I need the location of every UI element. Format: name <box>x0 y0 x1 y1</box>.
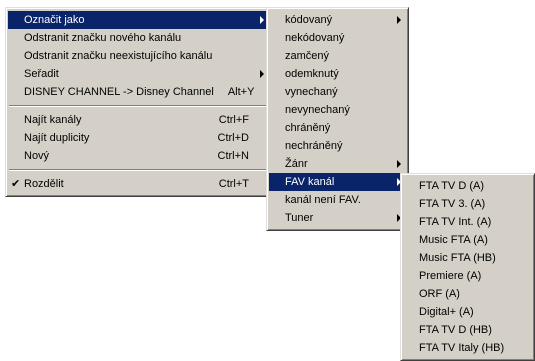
context-menu: Označit jako Odstranit značku nového kaná… <box>5 7 272 197</box>
menu-item-label: Seřadit <box>24 68 59 80</box>
menu-item-nekodovany[interactable]: nekódovaný <box>269 29 406 47</box>
menu-item-label: kanál není FAV. <box>285 194 361 206</box>
menu-item-label: Označit jako <box>24 14 85 26</box>
menu-item-fta-tv-d-hb[interactable]: FTA TV D (HB) <box>403 321 532 339</box>
menu-item-digital-a[interactable]: Digital+ (A) <box>403 303 532 321</box>
menu-item-label: FTA TV D (A) <box>419 180 484 192</box>
menu-item-fta-tv-int-a[interactable]: FTA TV Int. (A) <box>403 213 532 231</box>
submenu-arrow-icon <box>397 160 401 168</box>
fav-channel-submenu: FTA TV D (A) FTA TV 3. (A) FTA TV Int. (A)… <box>400 173 535 361</box>
check-icon: ✔ <box>11 178 21 190</box>
menu-item-nevynechany[interactable]: nevynechaný <box>269 101 406 119</box>
menu-separator <box>9 105 268 107</box>
menu-item-chraneny[interactable]: chráněný <box>269 119 406 137</box>
menu-item-label: zamčený <box>285 50 330 62</box>
menu-item-shortcut: Alt+Y <box>227 86 255 98</box>
menu-item-label: Najít kanály <box>24 114 82 126</box>
menu-separator <box>9 169 268 171</box>
menu-item-label: kódovaný <box>285 14 333 26</box>
menu-item-rozdelit[interactable]: ✔ Rozdělit Ctrl+T <box>8 175 269 193</box>
menu-item-oznacit-jako[interactable]: Označit jako <box>8 11 269 29</box>
menu-item-label: FTA TV Int. (A) <box>419 216 492 228</box>
menu-item-label: Premiere (A) <box>419 270 482 282</box>
menu-item-label: vynechaný <box>285 86 338 98</box>
menu-item-label: FTA TV D (HB) <box>419 324 492 336</box>
menu-item-label: odemknutý <box>285 68 339 80</box>
menu-item-kanal-neni-fav[interactable]: kanál není FAV. <box>269 191 406 209</box>
menu-item-najit-duplicity[interactable]: Najít duplicity Ctrl+D <box>8 129 269 147</box>
menu-item-label: Odstranit značku neexistujícího kanálu <box>24 50 213 62</box>
menu-item-shortcut: Ctrl+T <box>218 178 249 190</box>
menu-item-fta-tv-italy-hb[interactable]: FTA TV Italy (HB) <box>403 339 532 357</box>
menu-item-label: ORF (A) <box>419 288 460 300</box>
menu-item-disney-channel-disney-channel[interactable]: DISNEY CHANNEL -> Disney Channel Alt+Y <box>8 83 269 101</box>
submenu-arrow-icon <box>397 16 401 24</box>
menu-item-label: FTA TV Italy (HB) <box>419 342 505 354</box>
menu-item-premiere-a[interactable]: Premiere (A) <box>403 267 532 285</box>
menu-item-music-fta-a[interactable]: Music FTA (A) <box>403 231 532 249</box>
menu-item-odstranit-znacku-neexistujiciho-kanalu[interactable]: Odstranit značku neexistujícího kanálu <box>8 47 269 65</box>
menu-item-novy[interactable]: Nový Ctrl+N <box>8 147 269 165</box>
menu-item-label: nechráněný <box>285 140 343 152</box>
menu-item-label: nekódovaný <box>285 32 345 44</box>
mark-as-submenu: kódovaný nekódovaný zamčený odemknutý vynech… <box>266 7 409 231</box>
menu-item-label: DISNEY CHANNEL -> Disney Channel <box>24 86 214 98</box>
menu-item-music-fta-hb[interactable]: Music FTA (HB) <box>403 249 532 267</box>
menu-item-label: Najít duplicity <box>24 132 90 144</box>
menu-item-seradit[interactable]: Seřadit <box>8 65 269 83</box>
menu-item-odemknuty[interactable]: odemknutý <box>269 65 406 83</box>
menu-item-label: chráněný <box>285 122 331 134</box>
menu-item-orf-a[interactable]: ORF (A) <box>403 285 532 303</box>
menu-item-label: Rozdělit <box>24 178 64 190</box>
menu-item-fta-tv-3-a[interactable]: FTA TV 3. (A) <box>403 195 532 213</box>
menu-item-shortcut: Ctrl+D <box>217 132 249 144</box>
menu-item-fta-tv-d-a[interactable]: FTA TV D (A) <box>403 177 532 195</box>
menu-item-label: Odstranit značku nového kanálu <box>24 32 182 44</box>
menu-item-label: Digital+ (A) <box>419 306 474 318</box>
menu-item-label: nevynechaný <box>285 104 350 116</box>
menu-item-label: Nový <box>24 150 50 162</box>
menu-item-shortcut: Ctrl+F <box>218 114 249 126</box>
menu-item-fav-kanal[interactable]: FAV kanál <box>269 173 406 191</box>
menu-item-zamceny[interactable]: zamčený <box>269 47 406 65</box>
menu-item-nechraneny[interactable]: nechráněný <box>269 137 406 155</box>
menu-item-label: Music FTA (HB) <box>419 252 496 264</box>
menu-item-vynechany[interactable]: vynechaný <box>269 83 406 101</box>
menu-item-label: FTA TV 3. (A) <box>419 198 486 210</box>
menu-item-label: FAV kanál <box>285 176 335 188</box>
menu-item-odstranit-znacku-noveho-kanalu[interactable]: Odstranit značku nového kanálu <box>8 29 269 47</box>
menu-item-label: Tuner <box>285 212 314 224</box>
menu-item-label: Music FTA (A) <box>419 234 488 246</box>
menu-item-shortcut: Ctrl+N <box>217 150 249 162</box>
menu-item-zanr[interactable]: Žánr <box>269 155 406 173</box>
menu-item-kodovany[interactable]: kódovaný <box>269 11 406 29</box>
menu-item-label: Žánr <box>285 158 308 170</box>
menu-item-najit-kanaly[interactable]: Najít kanály Ctrl+F <box>8 111 269 129</box>
submenu-arrow-icon <box>260 16 264 24</box>
submenu-arrow-icon <box>260 70 264 78</box>
menu-item-tuner[interactable]: Tuner <box>269 209 406 227</box>
